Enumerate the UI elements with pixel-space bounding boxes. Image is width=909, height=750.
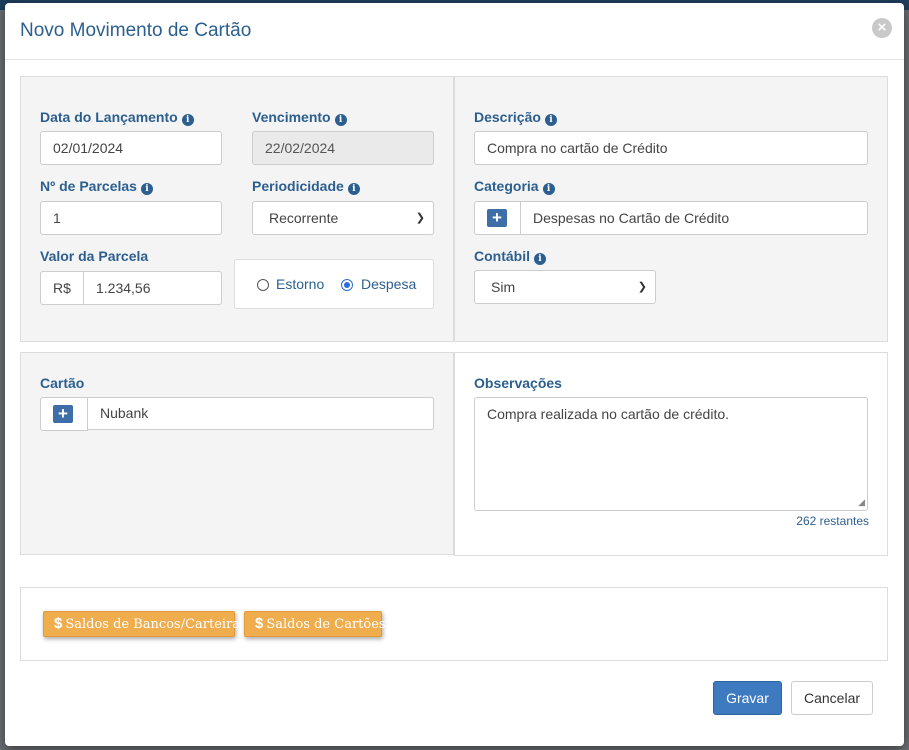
periodicity-select[interactable]: Recorrente ❯ [252, 201, 434, 235]
notes-panel: Observações Compra realizada no cartão d… [454, 352, 888, 556]
save-button[interactable]: Gravar [713, 681, 782, 715]
add-category-button[interactable]: + [474, 201, 521, 235]
card-input[interactable]: Nubank [87, 397, 434, 430]
add-card-button[interactable]: + [40, 397, 88, 431]
accounting-select[interactable]: Sim ❯ [474, 270, 656, 304]
radio-estorno[interactable] [257, 279, 269, 291]
notes-textarea[interactable]: Compra realizada no cartão de crédito. ◢ [474, 397, 868, 511]
chevron-down-icon: ❯ [415, 212, 425, 224]
currency-prefix: R$ [40, 271, 84, 305]
launch-date-input[interactable]: 02/01/2024 [40, 131, 222, 165]
installment-value-input[interactable]: 1.234,56 [83, 271, 222, 305]
radio-despesa[interactable] [341, 279, 353, 291]
category-input[interactable]: Despesas no Cartão de Crédito [520, 201, 868, 235]
modal-header: Novo Movimento de Cartão × [5, 3, 904, 60]
installments-input[interactable]: 1 [40, 201, 222, 235]
info-icon[interactable]: i [181, 114, 194, 126]
card-balances-label: Saldos de Cartões [266, 617, 386, 632]
plus-icon: + [53, 405, 73, 423]
accounting-label: Contábil i [474, 248, 546, 265]
launch-details-panel: Data do Lançamento i 02/01/2024 Venciment… [20, 76, 454, 342]
plus-icon: + [487, 209, 507, 227]
description-panel: Descrição i Compra no cartão de Crédito C… [454, 76, 888, 342]
info-icon[interactable]: i [334, 114, 347, 126]
card-panel: Cartão + Nubank [20, 352, 454, 555]
info-icon[interactable]: i [542, 183, 555, 195]
accounting-selected: Sim [491, 279, 516, 295]
category-label: Categoria i [474, 178, 555, 195]
balances-panel: $ Saldos de Bancos/Carteiras $ Saldos de C… [20, 587, 888, 661]
new-card-transaction-modal: Novo Movimento de Cartão × Data do Lança… [5, 3, 904, 746]
card-balances-button[interactable]: $ Saldos de Cartões [244, 611, 386, 637]
bank-balances-label: Saldos de Bancos/Carteiras [65, 617, 247, 632]
description-label: Descrição i [474, 109, 557, 126]
launch-date-label: Data do Lançamento i [40, 109, 194, 126]
transaction-type-group: Estorno Despesa [234, 259, 434, 309]
installments-label: Nº de Parcelas i [40, 178, 153, 195]
due-date-input: 22/02/2024 [252, 131, 434, 165]
periodicity-label: Periodicidade i [252, 178, 360, 195]
installment-value-label: Valor da Parcela [40, 248, 149, 264]
chevron-down-icon: ❯ [637, 281, 647, 293]
card-label: Cartão [40, 375, 85, 391]
radio-despesa-label[interactable]: Despesa [361, 276, 416, 292]
cancel-button[interactable]: Cancelar [791, 681, 873, 715]
dollar-icon: $ [54, 615, 63, 632]
info-icon[interactable]: i [544, 114, 557, 126]
dollar-icon: $ [255, 615, 264, 632]
info-icon[interactable]: i [347, 183, 360, 195]
notes-text: Compra realizada no cartão de crédito. [487, 406, 730, 422]
bank-balances-button[interactable]: $ Saldos de Bancos/Carteiras [43, 611, 247, 637]
radio-estorno-label[interactable]: Estorno [276, 276, 324, 292]
info-icon[interactable]: i [534, 253, 546, 265]
description-input[interactable]: Compra no cartão de Crédito [474, 131, 868, 165]
due-date-label: Vencimento i [252, 109, 347, 126]
periodicity-selected: Recorrente [269, 210, 339, 226]
info-icon[interactable]: i [140, 183, 153, 195]
close-icon[interactable]: × [872, 18, 892, 38]
chars-remaining: 262 restantes [796, 514, 869, 528]
resize-handle-icon[interactable]: ◢ [858, 497, 865, 508]
modal-title: Novo Movimento de Cartão [20, 20, 252, 41]
notes-label: Observações [474, 375, 562, 391]
